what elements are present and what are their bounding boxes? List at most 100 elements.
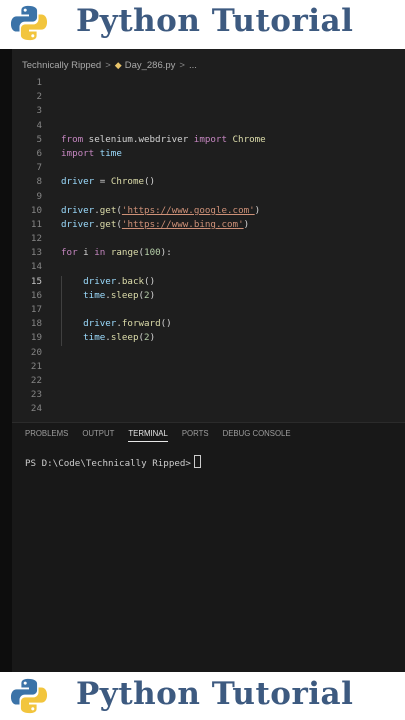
code-token: get [99,204,117,216]
code-line[interactable]: 21 [12,360,405,374]
code-token: driver [83,275,117,287]
code-line[interactable]: 19 time.sleep(2) [12,331,405,345]
tab-terminal[interactable]: TERMINAL [128,429,168,442]
panel-tabs: PROBLEMS OUTPUT TERMINAL PORTS DEBUG CON… [25,429,291,442]
code-token: 100 [144,247,161,259]
code-editor[interactable]: Technically Ripped > ◆ Day_286.py >... 12345… [12,49,405,672]
python-file-icon: ◆ [114,60,122,70]
line-number: 2 [36,91,42,103]
terminal-cursor [193,455,201,468]
code-line[interactable]: 18 driver.forward() [12,317,405,331]
line-number: 21 [30,360,42,372]
line-number: 5 [36,133,42,145]
line-number: 8 [36,176,42,188]
tab-problems[interactable]: PROBLEMS [25,429,68,442]
bottom-panel: PROBLEMS OUTPUT TERMINAL PORTS DEBUG CON… [12,422,405,672]
code-line[interactable]: 1 [12,76,405,90]
code-token: forward [121,318,161,330]
breadcrumb-file[interactable]: Day_286.py [125,60,176,71]
line-number: 4 [36,119,42,131]
line-number: 20 [30,346,42,358]
code-token: Chrome [226,133,266,145]
code-token: from [61,133,84,145]
line-number: 7 [36,162,42,174]
code-line[interactable]: 22 [12,374,405,388]
code-token: ) [149,332,156,344]
code-line[interactable]: 6 import time [12,147,405,161]
code-token: sleep [110,332,139,344]
python-logo-icon [10,678,48,714]
code-token: driver [61,204,95,216]
code-line[interactable]: 5 from selenium.webdriver import Chrome [12,133,405,147]
code-text: driver.back() [61,275,155,289]
code-token: () [144,176,156,188]
code-line[interactable]: 2 [12,90,405,104]
code-line[interactable]: 15 driver.back() [12,275,405,289]
line-number: 15 [30,275,42,287]
terminal-prompt-line[interactable]: PS D:\Code\Technically Ripped> [25,455,201,469]
code-token: driver [83,318,117,330]
banner-title: Python Tutorial [76,676,354,712]
code-line[interactable]: 10 driver.get('https://www.google.com') [12,204,405,218]
breadcrumb-more[interactable]: ... [189,60,197,71]
code-token: () [160,318,172,330]
code-line[interactable]: 23 [12,388,405,402]
code-token: driver [61,176,95,188]
tab-ports[interactable]: PORTS [182,429,209,442]
code-line[interactable]: 3 [12,104,405,118]
breadcrumb-separator: > [179,60,185,71]
breadcrumb-separator: > [105,60,111,71]
code-line[interactable]: 8 driver = Chrome() [12,175,405,189]
code-text: import time [61,147,122,161]
code-text: driver.get('https://www.google.com') [61,204,260,218]
code-text: driver = Chrome() [61,175,155,189]
editor-frame: Technically Ripped > ◆ Day_286.py >... 12345… [0,49,405,672]
line-number: 6 [36,147,42,159]
line-number: 11 [30,218,42,230]
code-token: range [110,247,139,259]
tab-output[interactable]: OUTPUT [82,429,114,442]
code-token: time [83,289,106,301]
code-line[interactable]: 12 [12,232,405,246]
code-token: ) [149,289,156,301]
code-text: time.sleep(2) [61,289,155,303]
line-number: 18 [30,318,42,330]
code-token: sleep [110,289,139,301]
breadcrumb-folder[interactable]: Technically Ripped [22,60,101,71]
code-token: Chrome [110,176,145,188]
code-line[interactable]: 17 [12,303,405,317]
line-number: 1 [36,77,42,88]
code-token: back [121,275,145,287]
line-number: 14 [30,261,42,273]
code-area[interactable]: 1 2 3 4 5 from selenium.webdriver import Chro… [12,76,405,417]
line-number: 19 [30,332,42,344]
code-line[interactable]: 9 [12,190,405,204]
python-logo-icon [10,5,48,41]
code-line[interactable]: 4 [12,119,405,133]
line-number: 10 [30,204,42,216]
code-line[interactable]: 14 [12,260,405,274]
breadcrumb: Technically Ripped > ◆ Day_286.py >... [22,60,197,71]
code-line[interactable]: 13 for i in range(100): [12,246,405,260]
code-line[interactable]: 16 time.sleep(2) [12,289,405,303]
banner-title: Python Tutorial [76,3,354,39]
code-line[interactable]: 20 [12,346,405,360]
code-line[interactable]: 24 [12,402,405,416]
top-banner: Python Tutorial [0,0,405,46]
bottom-banner: Python Tutorial [0,673,405,720]
terminal-prompt: PS D:\Code\Technically Ripped> [25,458,191,469]
code-token: 'https://www.bing.com' [121,218,244,230]
line-number: 16 [30,289,42,301]
line-number: 17 [30,304,42,315]
code-token: () [144,275,156,287]
indent-guide [61,276,62,346]
code-token: in [94,247,106,259]
code-token: get [99,218,117,230]
code-line[interactable]: 11 driver.get('https://www.bing.com') [12,218,405,232]
tab-debug-console[interactable]: DEBUG CONSOLE [223,429,291,442]
line-number: 12 [30,233,42,245]
line-number: 9 [36,190,42,202]
code-line[interactable]: 7 [12,161,405,175]
